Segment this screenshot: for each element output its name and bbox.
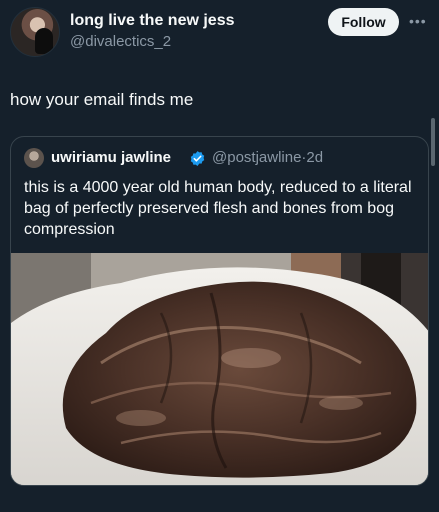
follow-button[interactable]: Follow [328, 8, 399, 36]
quoted-post-photo[interactable] [11, 253, 428, 485]
cat-silhouette [35, 28, 53, 54]
quoted-post[interactable]: uwiriamu jawline @postjawline·2d this is… [10, 136, 429, 486]
bog-body-photo [11, 253, 428, 485]
quoted-display-name: uwiriamu jawline [51, 149, 172, 166]
post-header: long live the new jess @divalectics_2 Fo… [0, 0, 439, 70]
verified-badge-icon [190, 151, 205, 166]
more-horizontal-icon[interactable]: ••• [409, 13, 431, 29]
avatar[interactable] [10, 7, 60, 57]
quoted-post-text: this is a 4000 year old human body, redu… [24, 179, 412, 238]
scrollbar[interactable] [431, 118, 435, 166]
post-text: how your email finds me [10, 90, 194, 109]
quoted-avatar [24, 148, 44, 168]
quoted-handle-time: @postjawline·2d [212, 149, 324, 166]
user-handle[interactable]: @divalectics_2 [70, 33, 171, 50]
display-name[interactable]: long live the new jess [70, 12, 235, 30]
